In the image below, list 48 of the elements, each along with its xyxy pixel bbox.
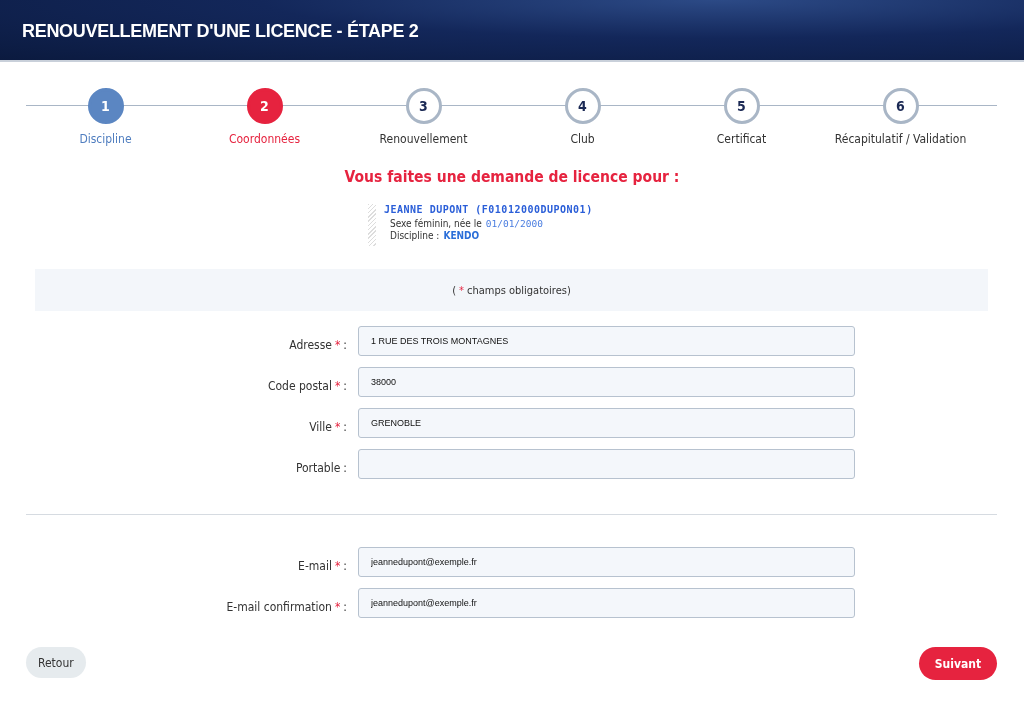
label-colon: :	[343, 461, 347, 475]
discipline-value: KENDO	[443, 230, 480, 241]
input-field[interactable]: jeannedupont@exemple.fr	[358, 588, 855, 618]
field-label: Code postal	[267, 379, 332, 393]
field-label: Portable	[295, 461, 341, 475]
hatch-bar	[368, 204, 376, 246]
step-circle[interactable]: 2	[246, 88, 283, 124]
birth-date: 01/01/2000	[485, 218, 543, 229]
sex-text: Sexe féminin, née le	[390, 218, 482, 229]
input-field[interactable]: 38000	[358, 367, 855, 397]
step-circle[interactable]: 4	[564, 88, 601, 124]
request-heading: Vous faites une demande de licence pour :	[343, 168, 681, 186]
note-paren: (	[452, 283, 457, 297]
step-circle[interactable]: 5	[723, 88, 760, 124]
required-mark: *	[459, 283, 464, 297]
step-label: Club	[570, 132, 595, 146]
required-mark: *	[334, 379, 341, 393]
back-button[interactable]: Retour	[26, 647, 86, 678]
step-circle[interactable]: 1	[87, 88, 124, 124]
step-circle[interactable]: 6	[882, 88, 919, 124]
next-button[interactable]: Suivant	[919, 647, 997, 680]
step-label: Coordonnées	[228, 132, 300, 146]
field-label: E-mail confirmation	[226, 600, 332, 614]
input-field[interactable]: jeannedupont@exemple.fr	[358, 547, 855, 577]
note-text: champs obligatoires)	[467, 283, 571, 297]
step-label: Discipline	[79, 132, 132, 146]
field-label: E-mail	[298, 559, 332, 573]
page-title: RENOUVELLEMENT D'UNE LICENCE - ÉTAPE 2	[22, 19, 419, 42]
input-field[interactable]: GRENOBLE	[358, 408, 855, 438]
label-colon: :	[343, 600, 347, 614]
applicant-name: JEANNE DUPONT (F01012000DUPON01)	[384, 204, 593, 215]
step-label: Récapitulatif / Validation	[834, 132, 967, 146]
label-colon: :	[343, 379, 347, 393]
discipline-label: Discipline :	[390, 230, 440, 241]
required-mark: *	[334, 559, 341, 573]
step-label: Renouvellement	[379, 132, 468, 146]
label-colon: :	[343, 559, 347, 573]
step-label: Certificat	[716, 132, 767, 146]
label-colon: :	[343, 338, 347, 352]
label-colon: :	[343, 420, 347, 434]
required-mark: *	[334, 420, 341, 434]
required-mark: *	[334, 600, 341, 614]
field-label: Ville	[309, 420, 332, 434]
input-field[interactable]	[358, 449, 855, 479]
field-label: Adresse	[289, 338, 332, 352]
input-field[interactable]: 1 RUE DES TROIS MONTAGNES	[358, 326, 855, 356]
required-mark: *	[334, 338, 341, 352]
step-circle[interactable]: 3	[405, 88, 442, 124]
